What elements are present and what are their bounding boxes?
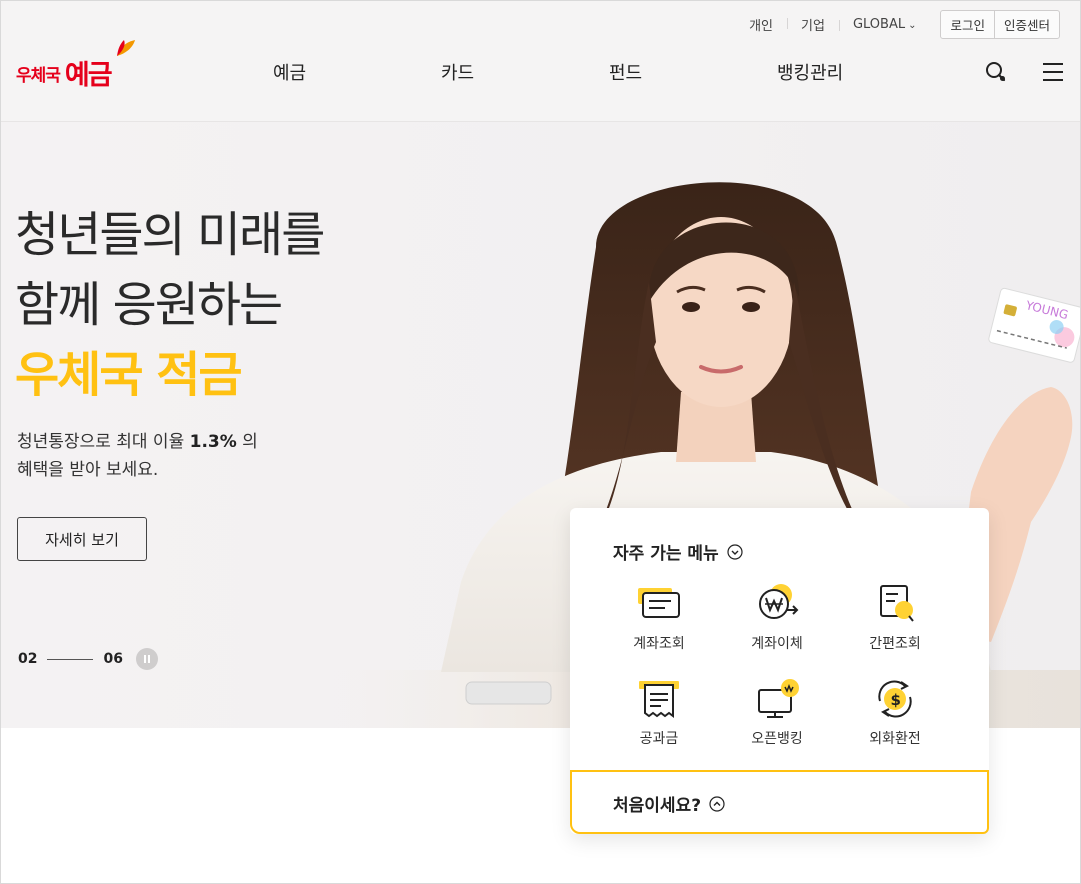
details-button[interactable]: 자세히 보기 bbox=[17, 517, 147, 561]
nav-item-fund[interactable]: 펀드 bbox=[609, 59, 642, 85]
quick-menu-grid: 계좌조회 계좌이체 간편조회 공과금 오픈뱅킹 $ 외화환전 bbox=[600, 583, 960, 748]
quick-menu-title-text: 자주 가는 메뉴 bbox=[613, 544, 719, 564]
pause-icon[interactable] bbox=[135, 648, 158, 670]
chevron-up-icon bbox=[709, 795, 725, 812]
svg-text:$: $ bbox=[891, 691, 901, 709]
main-nav: 예금 카드 펀드 뱅킹관리 bbox=[1, 59, 1080, 87]
pager-progress-bar bbox=[47, 658, 94, 660]
pager-total: 06 bbox=[103, 651, 123, 667]
certificate-center-link[interactable]: 인증센터 bbox=[993, 11, 1059, 38]
quick-item-label: 간편조회 bbox=[869, 636, 921, 652]
hero-desc-line2: 혜택을 받아 보세요. bbox=[17, 460, 159, 480]
hero-title-accent: 우체국 적금 bbox=[15, 347, 243, 403]
quick-item-label: 공과금 bbox=[639, 731, 679, 747]
hero-title-line1: 청년들의 미래를 bbox=[15, 207, 325, 263]
quick-item-account-inquiry[interactable]: 계좌조회 bbox=[600, 583, 718, 653]
logo-leaf-icon bbox=[117, 40, 135, 56]
quick-item-transfer[interactable]: 계좌이체 bbox=[718, 583, 836, 653]
nav-item-deposit[interactable]: 예금 bbox=[273, 59, 306, 85]
quick-item-open-banking[interactable]: 오픈뱅킹 bbox=[718, 678, 836, 748]
search-icon[interactable] bbox=[984, 60, 1008, 84]
page-frame: 우체국 예금 개인 기업 GLOBAL ⌄ 로그인 인증센터 예금 카드 펀드 뱅… bbox=[0, 0, 1081, 884]
menu-icon[interactable] bbox=[1041, 60, 1065, 84]
login-link[interactable]: 로그인 bbox=[941, 11, 994, 38]
quick-item-label: 외화환전 bbox=[869, 731, 921, 747]
hero-desc-rate: 1.3% bbox=[189, 432, 237, 452]
quick-menu-card: 자주 가는 메뉴 계좌조회 계좌이체 간편조회 공과금 오픈뱅킹 $ 외화환전 … bbox=[570, 508, 989, 834]
util-business[interactable]: 기업 bbox=[787, 15, 839, 34]
hero-title-line2: 함께 응원하는 bbox=[15, 277, 283, 333]
quick-item-utility-bill[interactable]: 공과금 bbox=[600, 678, 718, 748]
pager-current: 02 bbox=[18, 651, 38, 667]
chevron-down-icon bbox=[727, 543, 743, 560]
open-banking-icon bbox=[758, 679, 799, 718]
util-personal[interactable]: 개인 bbox=[735, 15, 787, 34]
nav-item-card[interactable]: 카드 bbox=[441, 59, 474, 85]
utility-bill-icon bbox=[639, 681, 679, 718]
quick-item-label: 오픈뱅킹 bbox=[751, 731, 803, 747]
first-time-text: 처음이세요? bbox=[613, 796, 702, 816]
first-time-label: 처음이세요? bbox=[613, 791, 725, 816]
header: 우체국 예금 개인 기업 GLOBAL ⌄ 로그인 인증센터 예금 카드 펀드 뱅… bbox=[1, 1, 1080, 122]
slide-pager: 02 06 bbox=[18, 648, 158, 670]
chevron-down-icon: ⌄ bbox=[908, 20, 917, 31]
account-inquiry-icon bbox=[638, 588, 680, 618]
auth-box: 로그인 인증센터 bbox=[940, 10, 1060, 39]
quick-menu-title[interactable]: 자주 가는 메뉴 bbox=[613, 539, 743, 564]
util-global[interactable]: GLOBAL ⌄ bbox=[838, 17, 931, 32]
first-time-panel[interactable]: 처음이세요? bbox=[570, 770, 989, 834]
hero-description: 청년통장으로 최대 이율 1.3% 의 혜택을 받아 보세요. bbox=[17, 428, 258, 484]
hero-title: 청년들의 미래를 함께 응원하는 우체국 적금 bbox=[15, 200, 325, 410]
quick-item-quick-inquiry[interactable]: 간편조회 bbox=[836, 583, 954, 653]
hero-desc-part2: 의 bbox=[236, 432, 258, 452]
nav-item-banking[interactable]: 뱅킹관리 bbox=[777, 59, 843, 85]
quick-item-label: 계좌조회 bbox=[633, 636, 685, 652]
currency-exchange-icon: $ bbox=[878, 680, 912, 718]
quick-item-label: 계좌이체 bbox=[751, 636, 803, 652]
quick-inquiry-icon bbox=[880, 585, 914, 622]
quick-item-currency-exchange[interactable]: $ 외화환전 bbox=[836, 678, 954, 748]
hero-desc-part1: 청년통장으로 최대 이율 bbox=[17, 432, 190, 452]
utility-nav: 개인 기업 GLOBAL ⌄ 로그인 인증센터 bbox=[735, 10, 1060, 39]
util-global-label: GLOBAL bbox=[852, 17, 906, 32]
transfer-icon bbox=[759, 584, 799, 619]
